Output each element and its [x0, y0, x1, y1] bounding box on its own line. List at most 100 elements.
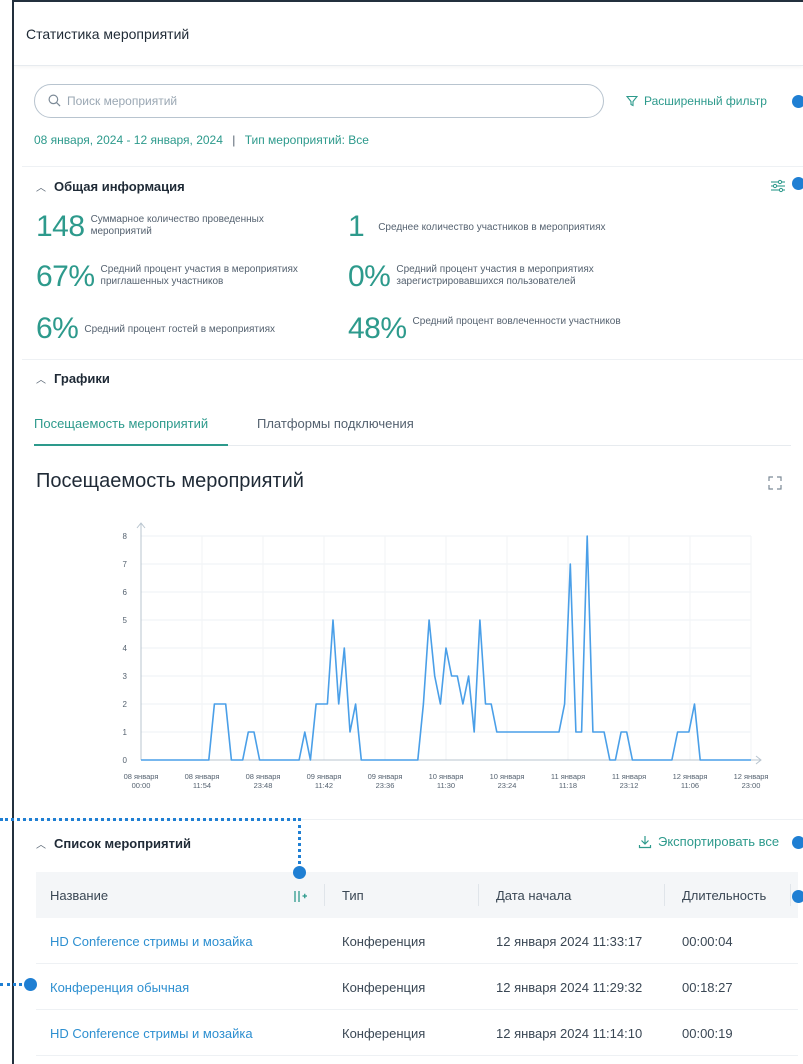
- x-tick-label: 11:54: [193, 781, 211, 790]
- export-all-label: Экспортировать все: [658, 834, 780, 849]
- x-tick-label: 11:18: [559, 781, 577, 790]
- stat-label: Средний процент гостей в мероприятиях: [84, 324, 275, 335]
- fullscreen-icon[interactable]: [768, 476, 782, 490]
- event-type: Конференция: [342, 934, 426, 949]
- stat-label: Среднее количество участников в мероприя…: [378, 222, 606, 233]
- general-info-toggle[interactable]: ︿ Общая информация: [36, 179, 185, 194]
- stat-avg-participants: 1 Среднее количество участников в меропр…: [348, 212, 668, 242]
- column-separator: [478, 884, 479, 906]
- annotation-marker: [293, 866, 306, 879]
- stat-value: 48%: [348, 312, 407, 345]
- column-header-duration[interactable]: Длительность: [682, 888, 766, 903]
- chart-tabs: Посещаемость мероприятий Платформы подкл…: [34, 408, 791, 446]
- panel-header: Статистика мероприятий: [14, 2, 803, 66]
- event-name-link[interactable]: Конференция обычная: [50, 980, 189, 995]
- filter-summary: 08 января, 2024 - 12 января, 2024 | Тип …: [34, 133, 369, 147]
- divider: [22, 166, 803, 167]
- stat-registered-percent: 0% Средний процент участия в мероприятия…: [348, 262, 646, 292]
- chevron-up-icon: ︿: [36, 840, 46, 851]
- annotation-marker: [792, 177, 803, 190]
- column-settings-icon[interactable]: [292, 888, 308, 904]
- y-tick-label: 7: [123, 560, 128, 569]
- advanced-filter-button[interactable]: Расширенный фильтр: [626, 94, 767, 108]
- active-tab-indicator: [34, 444, 228, 446]
- event-name-link[interactable]: HD Conference стримы и мозайка: [50, 934, 253, 949]
- x-tick-label: 23:12: [620, 781, 639, 790]
- search-icon: [48, 94, 61, 107]
- page-title: Статистика мероприятий: [26, 26, 190, 42]
- chart-title: Посещаемость мероприятий: [36, 470, 304, 492]
- stat-value: 0%: [348, 260, 391, 293]
- stat-total-events: 148 Суммарное количество проведенных мер…: [36, 212, 301, 242]
- x-tick-label: 10 января: [429, 772, 464, 781]
- event-start-date: 12 января 2024 11:29:32: [496, 980, 643, 995]
- x-tick-label: 23:36: [376, 781, 395, 790]
- events-list-title: Список мероприятий: [54, 836, 191, 851]
- x-tick-label: 09 января: [307, 772, 342, 781]
- column-header-start-date[interactable]: Дата начала: [496, 888, 571, 903]
- x-tick-label: 08 января: [185, 772, 220, 781]
- attendance-chart: 01234567808 января00:0008 января11:5408 …: [123, 522, 769, 790]
- annotation-marker: [792, 890, 803, 903]
- x-tick-label: 08 января: [246, 772, 281, 781]
- statistics-panel: Статистика мероприятий Расширенный фильт…: [12, 0, 803, 1064]
- x-tick-label: 11:42: [315, 781, 333, 790]
- table-row[interactable]: HD Conference стримы и мозайка Конференц…: [36, 1010, 798, 1056]
- settings-sliders-icon[interactable]: [770, 179, 786, 193]
- advanced-filter-label: Расширенный фильтр: [644, 94, 767, 108]
- events-table: Название Тип Дата начала Длительность HD…: [36, 872, 798, 1056]
- table-row[interactable]: Конференция обычная Конференция 12 январ…: [36, 964, 798, 1010]
- filter-separator: |: [232, 133, 236, 147]
- annotation-marker: [24, 978, 37, 991]
- tab-platforms[interactable]: Платформы подключения: [257, 416, 414, 431]
- x-tick-label: 23:48: [254, 781, 273, 790]
- x-tick-label: 10 января: [490, 772, 525, 781]
- column-separator: [324, 884, 325, 906]
- event-name-link[interactable]: HD Conference стримы и мозайка: [50, 1026, 253, 1041]
- download-icon: [638, 835, 652, 848]
- x-tick-label: 00:00: [132, 781, 151, 790]
- y-tick-label: 5: [123, 616, 128, 625]
- x-tick-label: 11:30: [437, 781, 455, 790]
- annotation-connector: [298, 818, 301, 870]
- x-tick-label: 23:24: [498, 781, 517, 790]
- x-tick-label: 09 января: [368, 772, 403, 781]
- stat-value: 67%: [36, 260, 95, 293]
- event-start-date: 12 января 2024 11:14:10: [496, 1026, 643, 1041]
- charts-toggle[interactable]: ︿ Графики: [36, 371, 110, 386]
- event-duration: 00:18:27: [682, 980, 733, 995]
- stat-value: 6%: [36, 312, 79, 345]
- x-tick-label: 12 января: [734, 772, 769, 781]
- table-row[interactable]: HD Conference стримы и мозайка Конференц…: [36, 918, 798, 964]
- event-type: Конференция: [342, 1026, 426, 1041]
- export-all-button[interactable]: Экспортировать все: [638, 834, 779, 849]
- stat-label: Средний процент участия в мероприятиях з…: [396, 264, 594, 287]
- column-header-name[interactable]: Название: [50, 888, 108, 903]
- chevron-up-icon: ︿: [36, 183, 46, 194]
- general-info-title: Общая информация: [54, 179, 185, 194]
- x-tick-label: 12 января: [673, 772, 708, 781]
- column-header-type[interactable]: Тип: [342, 888, 364, 903]
- search-box[interactable]: [34, 84, 604, 118]
- stat-label: Средний процент участия в мероприятиях п…: [100, 264, 298, 287]
- x-tick-label: 08 января: [124, 772, 159, 781]
- y-tick-label: 1: [123, 728, 128, 737]
- annotation-marker: [792, 95, 803, 108]
- y-tick-label: 6: [123, 588, 128, 597]
- event-duration: 00:00:19: [682, 1026, 733, 1041]
- y-tick-label: 3: [123, 672, 128, 681]
- x-tick-label: 11:06: [681, 781, 699, 790]
- event-start-date: 12 января 2024 11:33:17: [496, 934, 643, 949]
- filter-icon: [626, 95, 638, 107]
- event-type: Конференция: [342, 980, 426, 995]
- events-list-toggle[interactable]: ︿ Список мероприятий: [36, 836, 191, 851]
- tab-attendance[interactable]: Посещаемость мероприятий: [34, 416, 208, 431]
- search-input[interactable]: [67, 91, 587, 111]
- y-tick-label: 8: [123, 532, 128, 541]
- charts-title: Графики: [54, 371, 110, 386]
- date-range: 08 января, 2024 - 12 января, 2024: [34, 133, 223, 147]
- stat-value: 1: [348, 210, 365, 243]
- event-type-filter: Тип мероприятий: Все: [244, 133, 369, 147]
- stat-label: Суммарное количество проведенных меропри…: [90, 214, 264, 237]
- y-tick-label: 0: [123, 756, 128, 765]
